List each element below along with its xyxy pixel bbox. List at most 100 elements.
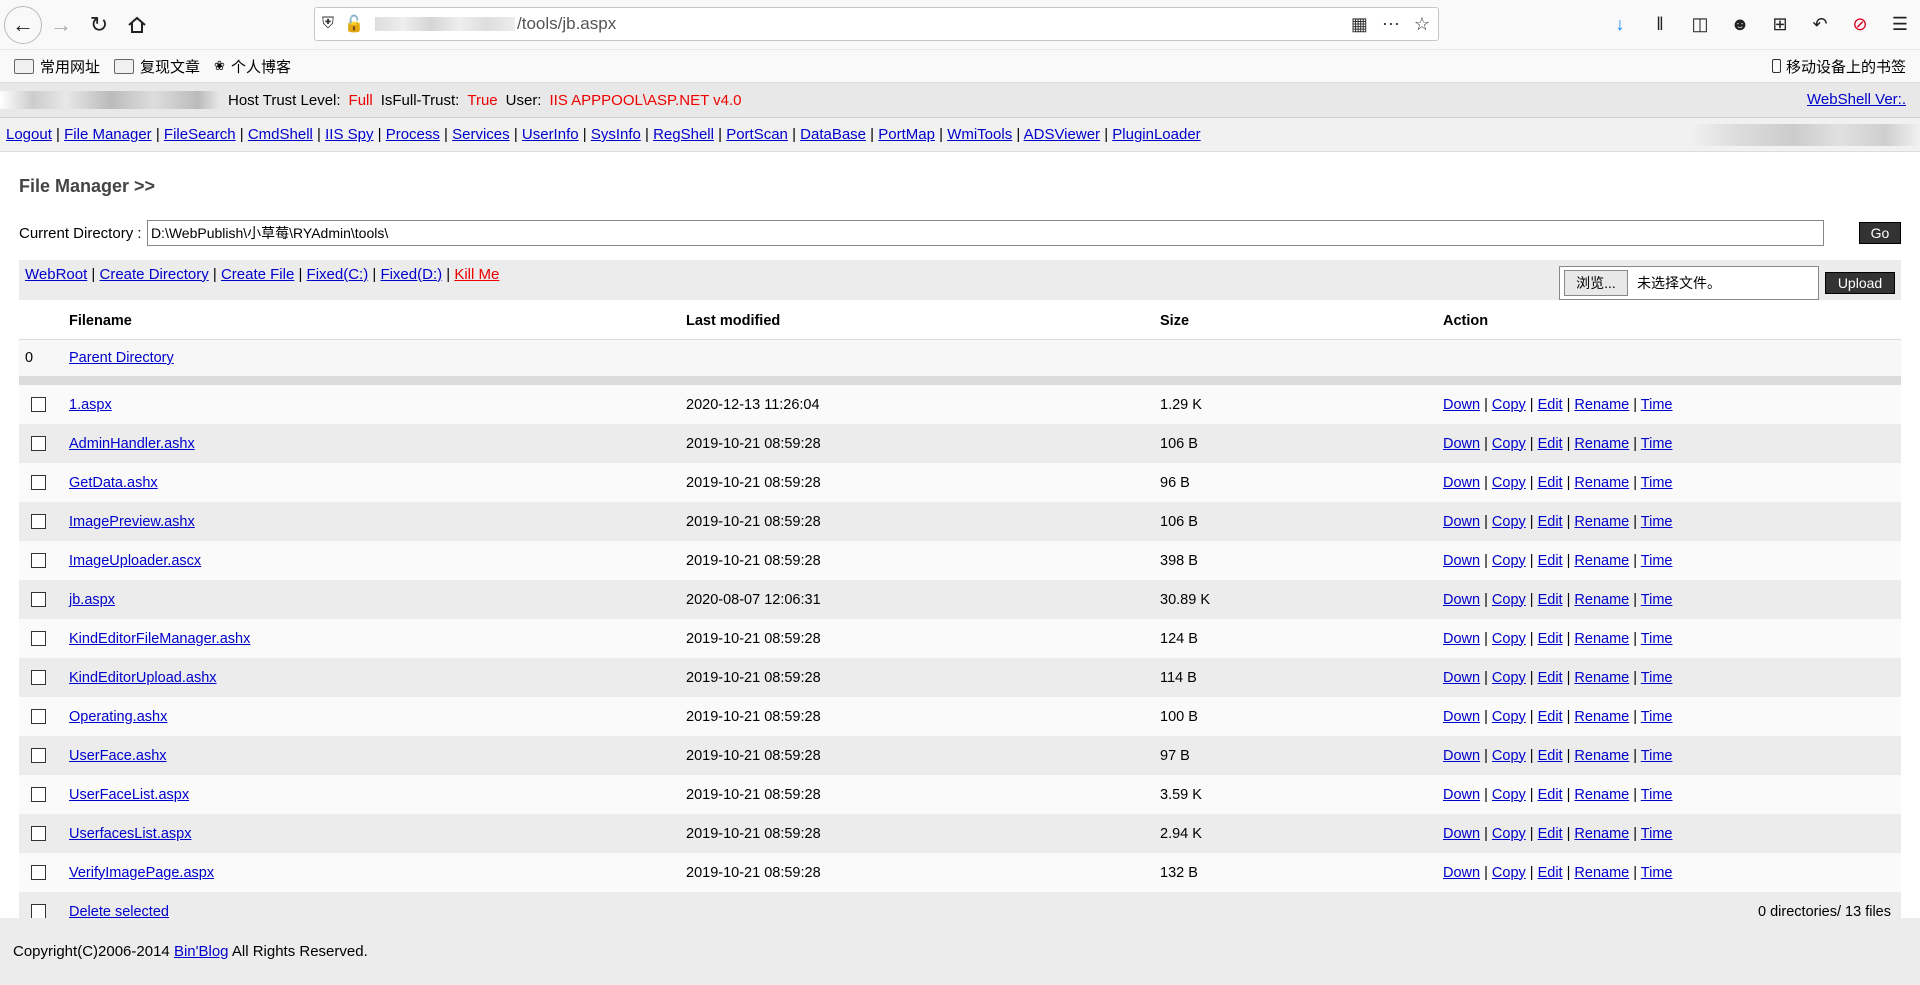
row-checkbox[interactable] (31, 397, 46, 413)
action-link-create-file[interactable]: Create File (221, 266, 294, 283)
reload-button[interactable]: ↻ (80, 6, 118, 44)
row-action-copy[interactable]: Copy (1492, 631, 1526, 647)
filename-link[interactable]: UserFace.ashx (69, 748, 167, 764)
row-action-copy[interactable]: Copy (1492, 397, 1526, 413)
row-action-edit[interactable]: Edit (1538, 826, 1563, 842)
go-button[interactable]: Go (1859, 222, 1902, 244)
row-action-edit[interactable]: Edit (1538, 865, 1563, 881)
row-action-down[interactable]: Down (1443, 787, 1480, 803)
forward-button[interactable]: → (42, 6, 80, 44)
nav-link-regshell[interactable]: RegShell (653, 126, 714, 143)
row-action-down[interactable]: Down (1443, 436, 1480, 452)
row-action-time[interactable]: Time (1641, 787, 1673, 803)
row-action-down[interactable]: Down (1443, 748, 1480, 764)
row-checkbox[interactable] (31, 865, 46, 881)
action-link-create-directory[interactable]: Create Directory (100, 266, 209, 283)
nav-link-iis-spy[interactable]: IIS Spy (325, 126, 373, 143)
row-action-rename[interactable]: Rename (1574, 748, 1629, 764)
row-checkbox[interactable] (31, 553, 46, 569)
row-action-time[interactable]: Time (1641, 865, 1673, 881)
row-action-edit[interactable]: Edit (1538, 670, 1563, 686)
row-action-time[interactable]: Time (1641, 670, 1673, 686)
row-action-edit[interactable]: Edit (1538, 592, 1563, 608)
filename-link[interactable]: GetData.ashx (69, 475, 158, 491)
nav-link-portmap[interactable]: PortMap (878, 126, 935, 143)
row-action-rename[interactable]: Rename (1574, 631, 1629, 647)
row-action-down[interactable]: Down (1443, 631, 1480, 647)
row-action-time[interactable]: Time (1641, 553, 1673, 569)
row-checkbox[interactable] (31, 826, 46, 842)
filename-link[interactable]: KindEditorFileManager.ashx (69, 631, 250, 647)
row-action-time[interactable]: Time (1641, 592, 1673, 608)
row-action-rename[interactable]: Rename (1574, 397, 1629, 413)
kill-me-link[interactable]: Kill Me (454, 266, 499, 283)
row-action-copy[interactable]: Copy (1492, 553, 1526, 569)
nav-link-file-manager[interactable]: File Manager (64, 126, 152, 143)
row-action-time[interactable]: Time (1641, 436, 1673, 452)
bookmark-folder-articles[interactable]: 复现文章 (114, 56, 200, 77)
row-action-rename[interactable]: Rename (1574, 436, 1629, 452)
row-action-copy[interactable]: Copy (1492, 826, 1526, 842)
row-action-copy[interactable]: Copy (1492, 787, 1526, 803)
row-checkbox[interactable] (31, 670, 46, 686)
row-action-time[interactable]: Time (1641, 397, 1673, 413)
upload-button[interactable]: Upload (1825, 272, 1895, 294)
undo-close-button[interactable]: ↶ (1800, 6, 1840, 44)
star-bookmark-icon[interactable]: ☆ (1414, 14, 1430, 35)
row-checkbox[interactable] (31, 514, 46, 530)
filename-link[interactable]: UserfacesList.aspx (69, 826, 192, 842)
filename-link[interactable]: ImagePreview.ashx (69, 514, 195, 530)
row-action-down[interactable]: Down (1443, 514, 1480, 530)
row-action-edit[interactable]: Edit (1538, 748, 1563, 764)
row-action-rename[interactable]: Rename (1574, 826, 1629, 842)
action-link-webroot[interactable]: WebRoot (25, 266, 87, 283)
addon-button[interactable]: ⊘ (1840, 6, 1880, 44)
row-action-time[interactable]: Time (1641, 631, 1673, 647)
row-action-rename[interactable]: Rename (1574, 865, 1629, 881)
row-checkbox[interactable] (31, 787, 46, 803)
row-action-time[interactable]: Time (1641, 475, 1673, 491)
screenshot-button[interactable]: ⊞ (1760, 6, 1800, 44)
menu-button[interactable]: ☰ (1880, 6, 1920, 44)
row-action-copy[interactable]: Copy (1492, 436, 1526, 452)
row-checkbox[interactable] (31, 748, 46, 764)
nav-link-services[interactable]: Services (452, 126, 510, 143)
row-checkbox[interactable] (31, 436, 46, 452)
action-link-fixed-c[interactable]: Fixed(C:) (307, 266, 369, 283)
blog-link[interactable]: Bin'Blog (174, 943, 229, 960)
row-checkbox[interactable] (31, 475, 46, 491)
row-checkbox[interactable] (31, 631, 46, 647)
filename-link[interactable]: UserFaceList.aspx (69, 787, 189, 803)
row-action-down[interactable]: Down (1443, 670, 1480, 686)
library-button[interactable]: ‖ (1640, 6, 1680, 44)
current-directory-input[interactable] (146, 220, 1825, 246)
nav-link-adsviewer[interactable]: ADSViewer (1024, 126, 1100, 143)
nav-link-userinfo[interactable]: UserInfo (522, 126, 579, 143)
row-checkbox[interactable] (31, 592, 46, 608)
qr-code-icon[interactable]: ▦ (1351, 14, 1368, 35)
nav-link-portscan[interactable]: PortScan (726, 126, 788, 143)
row-action-copy[interactable]: Copy (1492, 748, 1526, 764)
row-action-down[interactable]: Down (1443, 709, 1480, 725)
row-action-edit[interactable]: Edit (1538, 397, 1563, 413)
filename-link[interactable]: Operating.ashx (69, 709, 167, 725)
row-action-down[interactable]: Down (1443, 397, 1480, 413)
select-all-checkbox[interactable] (31, 904, 46, 920)
account-button[interactable]: ☻ (1720, 6, 1760, 44)
row-action-time[interactable]: Time (1641, 514, 1673, 530)
parent-directory-link[interactable]: Parent Directory (69, 350, 174, 366)
home-button[interactable] (118, 6, 156, 44)
nav-link-logout[interactable]: Logout (6, 126, 52, 143)
nav-link-wmitools[interactable]: WmiTools (947, 126, 1012, 143)
row-action-copy[interactable]: Copy (1492, 865, 1526, 881)
row-action-edit[interactable]: Edit (1538, 475, 1563, 491)
nav-link-pluginloader[interactable]: PluginLoader (1112, 126, 1200, 143)
url-bar[interactable]: ⛨ 🔓 /tools/jb.aspx ▦ ⋯ ☆ (314, 7, 1439, 41)
row-action-rename[interactable]: Rename (1574, 592, 1629, 608)
filename-link[interactable]: VerifyImagePage.aspx (69, 865, 214, 881)
action-link-fixed-d[interactable]: Fixed(D:) (380, 266, 442, 283)
insecure-lock-icon[interactable]: 🔓 (341, 14, 367, 34)
filename-link[interactable]: AdminHandler.ashx (69, 436, 195, 452)
row-action-edit[interactable]: Edit (1538, 514, 1563, 530)
mobile-bookmarks[interactable]: 移动设备上的书签 (1771, 50, 1906, 82)
